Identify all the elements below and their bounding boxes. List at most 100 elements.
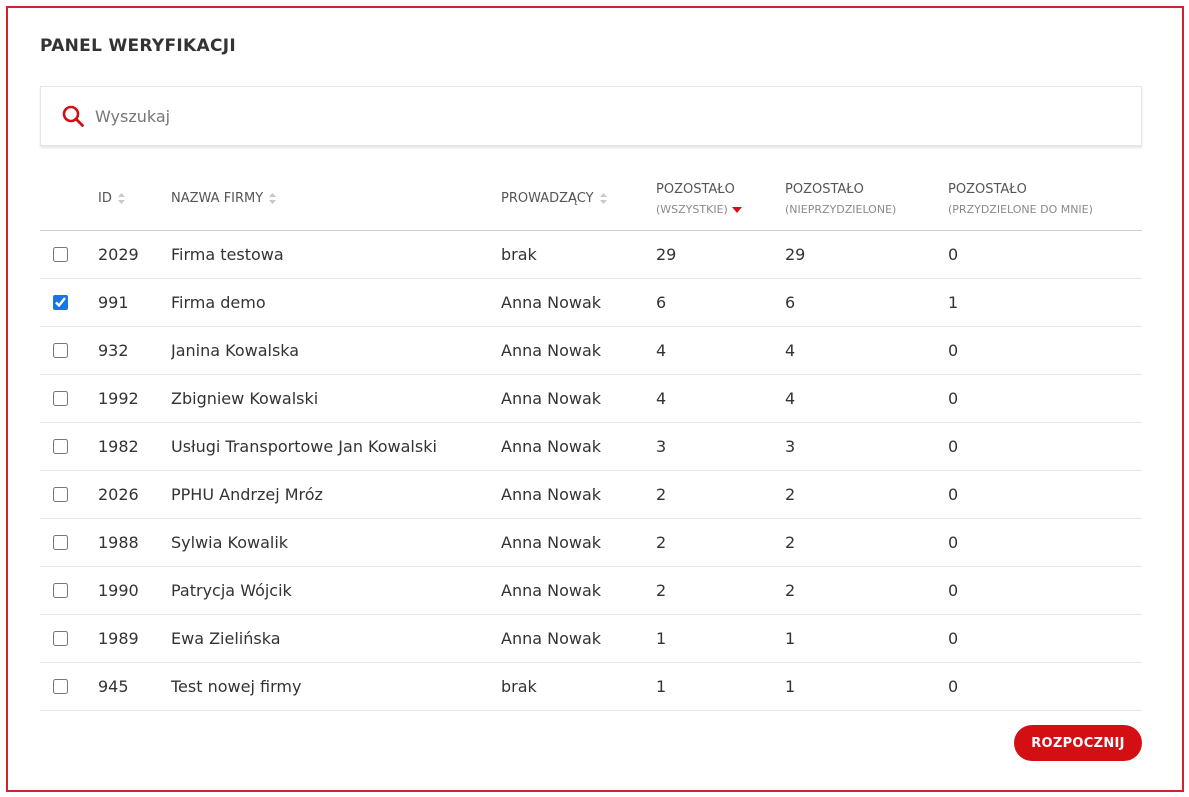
table-row[interactable]: 991 Firma demo Anna Nowak 6 6 1 (40, 278, 1142, 327)
cell-company: Test nowej firmy (171, 662, 501, 711)
table-row[interactable]: 932 Janina Kowalska Anna Nowak 4 4 0 (40, 326, 1142, 375)
cell-id: 2026 (98, 470, 171, 519)
verification-panel: PANEL WERYFIKACJI ID NAZWA FIRMY (6, 6, 1184, 792)
cell-remaining-all: 2 (656, 566, 785, 615)
table-row[interactable]: 2029 Firma testowa brak 29 29 0 (40, 230, 1142, 279)
cell-manager: brak (501, 662, 656, 711)
row-select-cell (40, 230, 98, 279)
cell-company: Janina Kowalska (171, 326, 501, 375)
cell-remaining-unassigned: 29 (785, 230, 948, 279)
cell-company: Sylwia Kowalik (171, 518, 501, 567)
cell-remaining-mine: 0 (948, 422, 1142, 471)
companies-table: ID NAZWA FIRMY PROWADZĄCY POZOSTAŁO (WSZ… (40, 168, 1142, 711)
cell-manager: Anna Nowak (501, 518, 656, 567)
header-manager[interactable]: PROWADZĄCY (501, 168, 656, 231)
cell-id: 1990 (98, 566, 171, 615)
table-row[interactable]: 1990 Patrycja Wójcik Anna Nowak 2 2 0 (40, 566, 1142, 615)
row-checkbox[interactable] (53, 390, 68, 406)
cell-remaining-all: 3 (656, 422, 785, 471)
search-bar[interactable] (40, 86, 1142, 146)
cell-remaining-unassigned: 4 (785, 326, 948, 375)
cell-manager: Anna Nowak (501, 470, 656, 519)
cell-remaining-mine: 0 (948, 566, 1142, 615)
cell-remaining-mine: 1 (948, 278, 1142, 327)
cell-id: 1988 (98, 518, 171, 567)
row-select-cell (40, 662, 98, 711)
table-body: 2029 Firma testowa brak 29 29 0 991 Firma demo A… (40, 230, 1142, 711)
sort-icon (117, 193, 125, 205)
table-row[interactable]: 2026 PPHU Andrzej Mróz Anna Nowak 2 2 0 (40, 470, 1142, 519)
cell-remaining-all: 2 (656, 470, 785, 519)
cell-manager: Anna Nowak (501, 566, 656, 615)
search-icon (62, 105, 84, 127)
search-input[interactable] (95, 87, 1141, 145)
cell-manager: Anna Nowak (501, 278, 656, 327)
row-checkbox[interactable] (53, 486, 68, 502)
row-select-cell (40, 518, 98, 567)
row-checkbox[interactable] (53, 294, 68, 310)
row-select-cell (40, 326, 98, 375)
cell-company: PPHU Andrzej Mróz (171, 470, 501, 519)
cell-manager: Anna Nowak (501, 374, 656, 423)
table-row[interactable]: 1992 Zbigniew Kowalski Anna Nowak 4 4 0 (40, 374, 1142, 423)
header-id[interactable]: ID (98, 168, 171, 231)
row-checkbox[interactable] (53, 678, 68, 694)
header-select (40, 168, 98, 231)
table-row[interactable]: 1988 Sylwia Kowalik Anna Nowak 2 2 0 (40, 518, 1142, 567)
header-remaining-all-sub-text: (WSZYSTKIE) (656, 202, 728, 216)
cell-remaining-unassigned: 1 (785, 614, 948, 663)
cell-id: 932 (98, 326, 171, 375)
table-row[interactable]: 1989 Ewa Zielińska Anna Nowak 1 1 0 (40, 614, 1142, 663)
cell-remaining-all: 1 (656, 662, 785, 711)
row-checkbox[interactable] (53, 534, 68, 550)
cell-remaining-mine: 0 (948, 230, 1142, 279)
cell-remaining-all: 1 (656, 614, 785, 663)
cell-id: 1992 (98, 374, 171, 423)
row-select-cell (40, 470, 98, 519)
cell-id: 991 (98, 278, 171, 327)
cell-remaining-mine: 0 (948, 662, 1142, 711)
cell-remaining-mine: 0 (948, 470, 1142, 519)
cell-id: 945 (98, 662, 171, 711)
start-button[interactable]: ROZPOCZNIJ (1014, 725, 1142, 761)
table-row[interactable]: 1982 Usługi Transportowe Jan Kowalski Anna… (40, 422, 1142, 471)
panel-title: PANEL WERYFIKACJI (40, 36, 236, 56)
cell-manager: Anna Nowak (501, 422, 656, 471)
row-checkbox[interactable] (53, 342, 68, 358)
cell-id: 1982 (98, 422, 171, 471)
header-company[interactable]: NAZWA FIRMY (171, 168, 501, 231)
cell-remaining-mine: 0 (948, 326, 1142, 375)
header-remaining-all-sub: (WSZYSTKIE) (656, 203, 785, 216)
header-manager-label: PROWADZĄCY (501, 191, 594, 207)
cell-company: Ewa Zielińska (171, 614, 501, 663)
header-id-label: ID (98, 191, 112, 207)
cell-remaining-unassigned: 2 (785, 518, 948, 567)
cell-remaining-all: 29 (656, 230, 785, 279)
row-select-cell (40, 614, 98, 663)
row-checkbox[interactable] (53, 582, 68, 598)
header-company-label: NAZWA FIRMY (171, 191, 264, 207)
row-checkbox[interactable] (53, 438, 68, 454)
header-remaining-unassigned-label: POZOSTAŁO (785, 181, 864, 197)
cell-remaining-unassigned: 6 (785, 278, 948, 327)
cell-remaining-unassigned: 2 (785, 470, 948, 519)
header-remaining-unassigned[interactable]: POZOSTAŁO (NIEPRZYDZIELONE) (785, 168, 948, 231)
header-remaining-mine-sub: (PRZYDZIELONE DO MNIE) (948, 202, 1093, 216)
row-select-cell (40, 566, 98, 615)
header-remaining-mine[interactable]: POZOSTAŁO (PRZYDZIELONE DO MNIE) (948, 168, 1142, 231)
header-remaining-all[interactable]: POZOSTAŁO (WSZYSTKIE) (656, 168, 785, 231)
cell-id: 2029 (98, 230, 171, 279)
row-checkbox[interactable] (53, 246, 68, 262)
table-row[interactable]: 945 Test nowej firmy brak 1 1 0 (40, 662, 1142, 711)
cell-remaining-unassigned: 3 (785, 422, 948, 471)
cell-manager: Anna Nowak (501, 614, 656, 663)
cell-remaining-unassigned: 1 (785, 662, 948, 711)
cell-remaining-unassigned: 2 (785, 566, 948, 615)
header-remaining-mine-label: POZOSTAŁO (948, 181, 1027, 197)
cell-company: Firma demo (171, 278, 501, 327)
row-select-cell (40, 422, 98, 471)
cell-remaining-all: 2 (656, 518, 785, 567)
row-checkbox[interactable] (53, 630, 68, 646)
cell-company: Patrycja Wójcik (171, 566, 501, 615)
cell-remaining-all: 6 (656, 278, 785, 327)
